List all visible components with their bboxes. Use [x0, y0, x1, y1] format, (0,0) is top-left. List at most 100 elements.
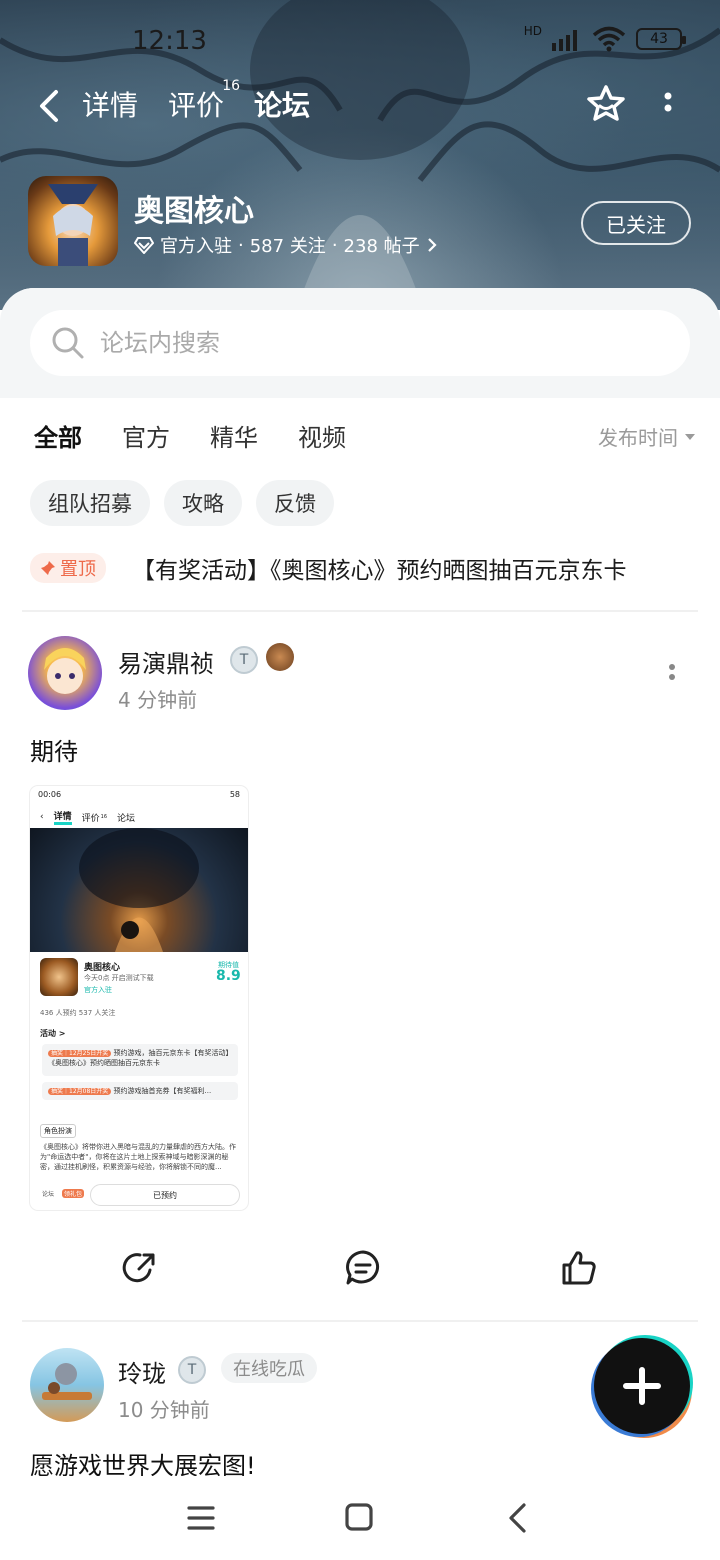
post-more-icon[interactable]	[667, 662, 677, 688]
post-actions	[0, 1248, 720, 1298]
network-label: HD	[523, 24, 542, 38]
menu-icon[interactable]	[181, 1500, 221, 1536]
chip-guide[interactable]: 攻略	[164, 480, 242, 526]
image-role-tag: 角色扮演	[40, 1124, 76, 1138]
pin-icon	[41, 561, 55, 575]
image-tab: 详情	[53, 809, 72, 825]
image-status-time: 00:06	[38, 790, 62, 799]
status-time: 12:13	[132, 26, 207, 56]
post-time: 4 分钟前	[118, 688, 198, 712]
image-banner	[30, 828, 248, 952]
image-game-sub: 今天0点 开启测试下载	[84, 974, 154, 982]
game-icon[interactable]	[28, 176, 118, 266]
divider	[22, 1320, 698, 1322]
new-post-button[interactable]	[594, 1338, 690, 1434]
home-icon[interactable]	[339, 1500, 379, 1536]
tab-reviews-count: 16	[222, 78, 241, 94]
chip-team[interactable]: 组队招募	[30, 480, 150, 526]
caret-down-icon	[685, 433, 695, 440]
filter-tab-official[interactable]: 官方	[122, 418, 170, 453]
avatar[interactable]	[30, 1348, 104, 1422]
image-tab-badge: 16	[100, 814, 108, 820]
avatar-art	[44, 648, 86, 694]
tab-forum-label: 论坛	[254, 89, 311, 122]
sort-dropdown[interactable]: 发布时间	[598, 422, 696, 451]
filter-tab-all[interactable]: 全部	[34, 418, 82, 457]
post-author[interactable]: 易演鼎祯	[118, 644, 214, 679]
chip-feedback[interactable]: 反馈	[256, 480, 334, 526]
follow-button[interactable]: 已关注	[581, 201, 691, 245]
image-gift-label: 领礼包	[62, 1189, 85, 1198]
image-activity-tag: 抽奖｜12月08日开奖	[48, 1088, 112, 1095]
image-nav: ‹ 详情 评价 16 论坛	[30, 806, 248, 828]
share-icon[interactable]	[120, 1248, 160, 1288]
search-bar[interactable]	[30, 310, 690, 376]
image-game-official: 官方入驻	[84, 986, 112, 994]
image-activity: 抽奖｜12月08日开奖 预约游戏抽首充券【有奖福利...	[42, 1082, 238, 1100]
thumbs-up-icon[interactable]	[559, 1248, 599, 1288]
image-tab: 评价	[81, 813, 100, 824]
tab-forum[interactable]: 论坛	[254, 84, 311, 128]
chevron-left-icon[interactable]	[34, 86, 64, 126]
pinned-badge: 置顶	[30, 553, 106, 583]
sort-label: 发布时间	[598, 426, 678, 450]
user-tag: 在线吃瓜	[221, 1353, 317, 1383]
level-badge: T	[178, 1356, 206, 1384]
level-badge: T	[230, 646, 258, 674]
divider	[22, 610, 698, 612]
avatar[interactable]	[28, 636, 102, 710]
game-meta[interactable]: 官方入驻 · 587 关注 · 238 帖子	[134, 232, 438, 258]
follow-count: 587 关注	[249, 236, 326, 257]
image-game-row: 奥图核心 今天0点 开启测试下载 官方入驻 期待值 8.9	[30, 952, 248, 1002]
top-nav: 详情 评价 16 论坛	[0, 78, 720, 134]
status-icons: HD 43	[523, 24, 686, 52]
comment-icon[interactable]	[343, 1248, 383, 1288]
search-input[interactable]	[100, 329, 620, 357]
filter-tab-video[interactable]: 视频	[298, 418, 346, 453]
post-count: 238 帖子	[343, 236, 420, 257]
tab-details[interactable]: 详情	[82, 84, 138, 124]
signal-icon	[552, 30, 577, 51]
filter-tab-featured[interactable]: 精华	[210, 418, 258, 453]
image-status-batt: 58	[229, 790, 240, 799]
tab-reviews[interactable]: 评价 16	[168, 78, 240, 124]
search-area	[0, 288, 720, 398]
image-chevron-icon: ‹	[40, 812, 44, 822]
image-activity-text: 预约游戏抽首充券【有奖福利...	[113, 1087, 212, 1095]
pinned-post[interactable]: 置顶 【有奖活动】《奥图核心》预约晒图抽百元京东卡	[30, 550, 690, 586]
image-tab: 论坛	[117, 813, 136, 824]
image-game-name: 奥图核心	[84, 963, 121, 973]
plus-icon	[623, 1367, 661, 1405]
pinned-title: 【有奖活动】《奥图核心》预约晒图抽百元京东卡	[132, 558, 627, 584]
nav-tabs: 详情 评价 16 论坛	[82, 78, 311, 128]
image-stats: 436 人预约 537 人关注	[40, 1009, 116, 1017]
post-author[interactable]: 玲珑	[118, 1354, 166, 1389]
image-status-bar: 00:06 58	[30, 786, 248, 806]
game-icon-art	[48, 184, 98, 266]
post-time: 10 分钟前	[118, 1398, 210, 1422]
more-vertical-icon[interactable]	[658, 90, 678, 122]
star-icon[interactable]	[584, 82, 628, 126]
meta-separator: ·	[238, 234, 244, 256]
medal-icon	[266, 643, 294, 671]
chevron-right-icon	[427, 238, 437, 252]
wifi-icon	[592, 26, 626, 52]
back-icon[interactable]	[498, 1500, 538, 1536]
post-text: 期待	[30, 738, 78, 766]
meta-separator: ·	[331, 234, 338, 256]
search-icon	[52, 327, 84, 359]
image-banner-art	[79, 828, 199, 952]
official-label: 官方入驻	[160, 236, 232, 257]
image-score: 8.9	[216, 968, 241, 984]
post-image[interactable]: 00:06 58 ‹ 详情 评价16 论坛 奥图核心 今天0点 开启测试下载	[30, 786, 248, 1210]
battery-icon: 43	[636, 28, 686, 50]
image-activity-label: 活动 >	[40, 1029, 66, 1038]
topic-chips: 组队招募 攻略 反馈	[30, 480, 334, 526]
image-activity-tag: 抽奖｜12月25日开奖	[48, 1050, 112, 1057]
image-game-icon	[40, 958, 78, 996]
tab-reviews-label: 评价	[168, 89, 225, 122]
avatar-art	[42, 1363, 92, 1400]
game-info: 奥图核心 官方入驻 · 587 关注 · 238 帖子 已关注	[28, 176, 698, 268]
system-nav-bar	[0, 1476, 720, 1560]
tab-details-label: 详情	[82, 89, 139, 122]
